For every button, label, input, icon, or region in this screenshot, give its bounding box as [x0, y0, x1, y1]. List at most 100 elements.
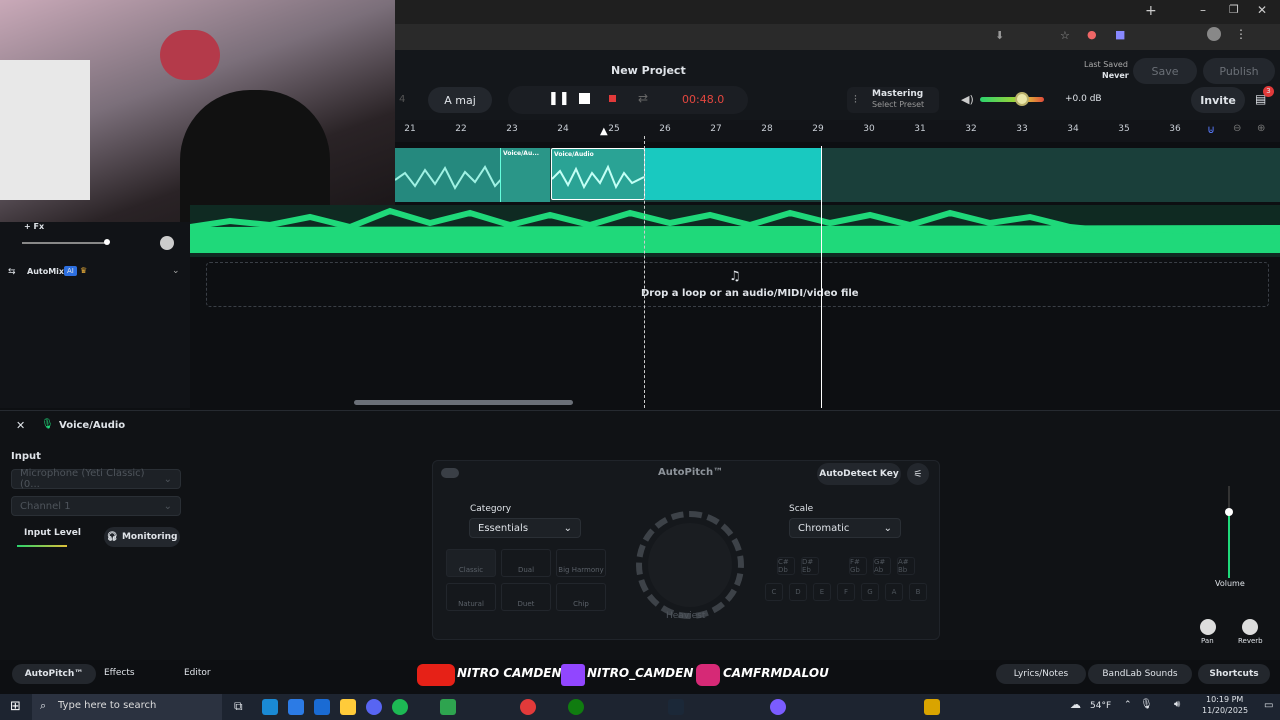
bookmark-star-icon[interactable]: ☆ [1060, 29, 1070, 42]
key-button[interactable]: G# Ab [873, 557, 891, 575]
audio-clip[interactable]: Voice/Au... [500, 148, 550, 202]
key-button[interactable]: F [837, 583, 855, 601]
app-icon[interactable] [520, 699, 536, 715]
horizontal-scrollbar[interactable] [354, 400, 573, 405]
loop-icon[interactable]: ⇄ [638, 91, 648, 105]
publish-button[interactable]: Publish [1203, 58, 1275, 84]
beat-track-lane[interactable] [189, 205, 1280, 257]
automix-label[interactable]: AutoMix [27, 267, 64, 276]
selected-audio-clip[interactable]: Voice/Audio [551, 148, 645, 200]
browser-tabs[interactable] [401, 8, 1121, 16]
key-button[interactable]: D# Eb [801, 557, 819, 575]
browser-menu-icon[interactable]: ⋮ [1235, 27, 1247, 41]
tab-effects[interactable]: Effects [104, 668, 135, 678]
category-select[interactable]: Essentials ⌄ [469, 518, 581, 538]
input-device-select[interactable]: Microphone (Yeti Classic) (0... ⌄ [11, 468, 181, 490]
save-button[interactable]: Save [1133, 58, 1197, 84]
settings-sliders-button[interactable]: ⚟ [907, 463, 929, 485]
tab-autopitch[interactable]: AutoPitch™ [12, 664, 96, 684]
key-button[interactable]: D [789, 583, 807, 601]
download-icon[interactable]: ⬇ [995, 29, 1004, 42]
close-panel-icon[interactable]: ✕ [16, 419, 25, 432]
timeline-ruler[interactable]: 21 22 23 24 25 26 27 28 29 30 31 32 33 3… [395, 120, 1280, 142]
key-selector[interactable]: A maj [428, 87, 492, 113]
key-button[interactable]: C [765, 583, 783, 601]
fx-button[interactable]: + Fx [24, 222, 44, 231]
weather-temp[interactable]: 54°F [1090, 701, 1111, 711]
windows-start-icon[interactable]: ⊞ [10, 699, 21, 714]
invite-button[interactable]: Invite [1191, 87, 1245, 113]
app-icon[interactable] [366, 699, 382, 715]
mic-tray-icon[interactable]: 🎙︎ [1140, 699, 1153, 710]
clock-date[interactable]: 11/20/2025 [1202, 706, 1248, 715]
taskbar-search[interactable]: ⌕ Type here to search [32, 694, 222, 720]
key-button[interactable]: A# Bb [897, 557, 915, 575]
magnet-icon[interactable]: ⊍ [1207, 123, 1215, 136]
key-button[interactable]: C# Db [777, 557, 795, 575]
zoom-in-icon[interactable]: ⊕ [1257, 123, 1265, 134]
volume-tray-icon[interactable]: 🔊︎ [1174, 699, 1180, 710]
app-icon[interactable] [568, 699, 584, 715]
scale-select[interactable]: Chromatic ⌄ [789, 518, 901, 538]
project-title[interactable]: New Project [611, 64, 686, 77]
extension-icon[interactable]: ■ [1115, 28, 1125, 41]
effect-preset-big-harmony[interactable]: Big Harmony [556, 549, 606, 577]
clock-time[interactable]: 10:19 PM [1206, 695, 1243, 704]
weather-icon[interactable]: ☁ [1070, 698, 1081, 711]
app-icon[interactable] [392, 699, 408, 715]
playhead[interactable] [821, 146, 822, 408]
volume-fader[interactable] [1225, 486, 1233, 578]
volume-thumb[interactable] [1225, 508, 1233, 516]
bandlab-sounds-button[interactable]: BandLab Sounds [1088, 664, 1192, 684]
effect-preset-natural[interactable]: Natural [446, 583, 496, 611]
app-icon[interactable] [288, 699, 304, 715]
profile-avatar[interactable] [1207, 27, 1221, 41]
stop-icon[interactable] [579, 93, 590, 104]
effect-preset-duet[interactable]: Duet [501, 583, 551, 611]
tab-editor[interactable]: Editor [184, 668, 211, 678]
app-icon[interactable] [668, 699, 684, 715]
key-button[interactable]: G [861, 583, 879, 601]
mastering-button[interactable]: ⫶ Mastering Select Preset [847, 87, 939, 113]
effect-preset-dual[interactable]: Dual [501, 549, 551, 577]
lyrics-notes-button[interactable]: Lyrics/Notes [996, 664, 1086, 684]
track-volume-slider[interactable] [22, 239, 110, 245]
extension-icon[interactable]: ● [1087, 28, 1097, 41]
voice-track-lane[interactable]: Voice/Au... Voice/Audio [394, 148, 1280, 202]
chevron-down-icon[interactable]: ⌄ [172, 266, 180, 276]
zoom-out-icon[interactable]: ⊖ [1233, 123, 1241, 134]
app-icon[interactable] [262, 699, 278, 715]
app-icon[interactable] [314, 699, 330, 715]
notifications-icon[interactable]: ▭ [1264, 700, 1273, 711]
close-window-icon[interactable]: ✕ [1257, 3, 1267, 17]
key-button[interactable]: E [813, 583, 831, 601]
effect-preset-chip[interactable]: Chip [556, 583, 606, 611]
effect-preset-classic[interactable]: Classic [446, 549, 496, 577]
task-view-icon[interactable]: ⧉ [234, 699, 243, 714]
chevron-up-icon[interactable]: ⌃ [1124, 700, 1132, 710]
pan-knob[interactable] [1200, 619, 1216, 635]
volume-knob[interactable] [1015, 92, 1029, 106]
slider-thumb[interactable] [104, 239, 110, 245]
channel-select[interactable]: Channel 1 ⌄ [11, 496, 181, 516]
app-icon[interactable] [924, 699, 940, 715]
key-button[interactable]: F# Gb [849, 557, 867, 575]
monitoring-button[interactable]: 🎧︎ Monitoring [104, 527, 180, 547]
pitch-knob[interactable] [648, 523, 732, 607]
autodetect-key-button[interactable]: AutoDetect Key [817, 463, 901, 485]
master-volume-slider[interactable] [980, 92, 1044, 106]
pan-knob[interactable] [160, 236, 174, 250]
speaker-icon[interactable]: ◀︎) [961, 93, 974, 106]
new-tab-icon[interactable]: + [1145, 3, 1157, 19]
app-icon[interactable] [770, 699, 786, 715]
key-button[interactable]: B [909, 583, 927, 601]
shortcuts-button[interactable]: Shortcuts [1198, 664, 1270, 684]
reverb-knob[interactable] [1242, 619, 1258, 635]
record-icon[interactable] [609, 95, 616, 102]
pause-icon[interactable]: ❚❚ [548, 91, 570, 106]
loop-marker[interactable] [644, 136, 645, 408]
maximize-icon[interactable]: ❐ [1229, 3, 1239, 16]
app-icon[interactable] [440, 699, 456, 715]
app-icon[interactable] [340, 699, 356, 715]
key-button[interactable]: A [885, 583, 903, 601]
